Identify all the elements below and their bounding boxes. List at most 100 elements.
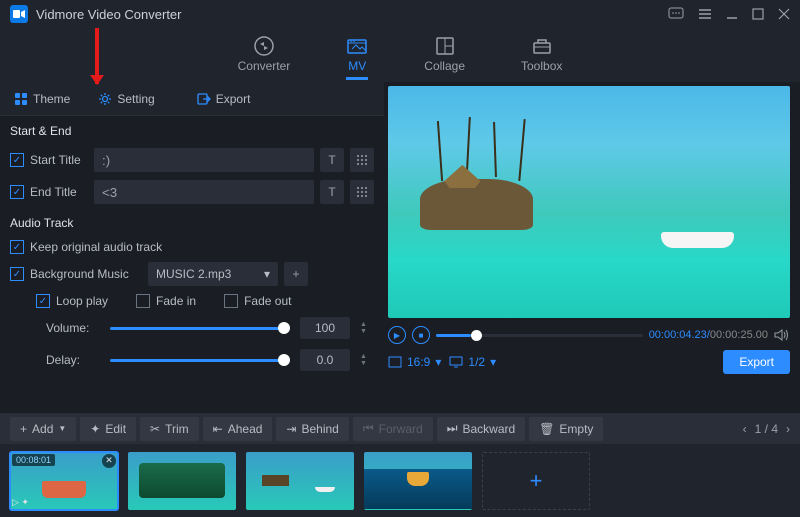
plus-icon: + — [20, 422, 27, 436]
menu-icon[interactable] — [698, 8, 712, 20]
backward-button[interactable]: ⏭Backward — [437, 417, 526, 441]
ratio-bar: 16:9 ▾ 1/2 ▾ Export — [384, 348, 800, 376]
converter-icon — [253, 35, 275, 57]
close-icon[interactable] — [778, 8, 790, 20]
toolbox-icon — [531, 35, 553, 57]
scissors-icon: ✂ — [150, 422, 160, 436]
add-clip-button[interactable]: + — [482, 452, 590, 510]
start-title-input[interactable] — [94, 148, 314, 172]
add-button[interactable]: +Add▼ — [10, 417, 76, 441]
tab-theme[interactable]: Theme — [2, 85, 82, 113]
trim-button[interactable]: ✂Trim — [140, 417, 199, 441]
section-start-end: Start & End — [0, 116, 384, 144]
end-title-label: End Title — [30, 185, 88, 199]
clip-toolbar: +Add▼ ✦Edit ✂Trim ⇤Ahead ⇥Behind ⏮Forwar… — [0, 412, 800, 444]
maximize-icon[interactable] — [752, 8, 764, 20]
time-display: 00:00:04.23/00:00:25.00 — [649, 329, 768, 341]
player-controls: ▶ ■ 00:00:04.23/00:00:25.00 — [384, 322, 800, 348]
volume-value[interactable]: 100 — [300, 317, 350, 339]
edit-button[interactable]: ✦Edit — [80, 417, 136, 441]
checkbox-bg-music[interactable]: ✓ — [10, 267, 24, 281]
skip-forward-icon: ⏭ — [447, 421, 458, 436]
settings-panel: Theme Setting Export Start & End ✓ Start… — [0, 82, 384, 412]
export-button[interactable]: Export — [723, 350, 790, 374]
nav-mv[interactable]: MV — [346, 35, 368, 80]
tab-export[interactable]: Export — [185, 85, 263, 113]
theme-icon — [14, 92, 28, 106]
volume-slider[interactable] — [110, 327, 290, 330]
volume-spinner[interactable]: ▲▼ — [360, 317, 374, 339]
behind-button[interactable]: ⇥Behind — [276, 417, 348, 441]
ahead-button[interactable]: ⇤Ahead — [203, 417, 273, 441]
nav-converter[interactable]: Converter — [238, 35, 291, 80]
pager: ‹ 1 / 4 › — [743, 422, 790, 436]
clip-thumbnail[interactable] — [128, 452, 236, 510]
preview-panel: ▶ ■ 00:00:04.23/00:00:25.00 16:9 ▾ 1/2 ▾… — [384, 82, 800, 412]
aspect-ratio-select[interactable]: 16:9 ▾ — [388, 355, 441, 369]
feedback-icon[interactable] — [668, 7, 684, 21]
screen-scale-select[interactable]: 1/2 ▾ — [449, 355, 496, 369]
trash-icon: 🗑 — [539, 422, 554, 436]
main-nav: Converter MV Collage Toolbox — [0, 28, 800, 82]
page-prev[interactable]: ‹ — [743, 422, 747, 436]
delay-label: Delay: — [46, 353, 100, 367]
delay-value[interactable]: 0.0 — [300, 349, 350, 371]
nav-toolbox[interactable]: Toolbox — [521, 35, 562, 80]
delay-spinner[interactable]: ▲▼ — [360, 349, 374, 371]
position-button[interactable] — [350, 148, 374, 172]
gear-icon — [98, 92, 112, 106]
forward-button[interactable]: ⏮Forward — [353, 417, 433, 441]
timeline[interactable] — [436, 334, 643, 337]
clip-thumbnails: 00:08:01 ✕ ▷ ✦ + — [0, 444, 800, 517]
annotation-arrow — [95, 28, 99, 84]
clip-thumbnail[interactable]: 00:08:01 ✕ ▷ ✦ — [10, 452, 118, 510]
checkbox-start-title[interactable]: ✓ — [10, 153, 24, 167]
remove-clip-icon[interactable]: ✕ — [102, 454, 116, 468]
thumb-play-controls[interactable]: ▷ ✦ — [12, 497, 29, 508]
chevron-down-icon: ▼ — [58, 424, 66, 433]
text-style-button[interactable]: T — [320, 148, 344, 172]
start-title-label: Start Title — [30, 153, 88, 167]
volume-icon[interactable] — [774, 328, 790, 342]
aspect-icon — [388, 356, 402, 368]
video-preview[interactable] — [388, 86, 790, 318]
minimize-icon[interactable] — [726, 8, 738, 20]
checkbox-fade-out[interactable]: ✓ — [224, 294, 238, 308]
end-title-input[interactable] — [94, 180, 314, 204]
arrow-right-bar-icon: ⇥ — [286, 422, 296, 436]
section-audio-track: Audio Track — [0, 208, 384, 236]
app-title: Vidmore Video Converter — [36, 7, 668, 22]
collage-icon — [434, 35, 456, 57]
bg-music-label: Background Music — [30, 267, 142, 281]
annotation-highlight: Theme Setting — [0, 82, 169, 116]
clip-duration: 00:08:01 — [12, 454, 55, 466]
chevron-down-icon: ▾ — [490, 355, 496, 369]
monitor-icon — [449, 356, 463, 368]
empty-button[interactable]: 🗑Empty — [529, 417, 603, 441]
checkbox-keep-original[interactable]: ✓ — [10, 240, 24, 254]
chevron-down-icon: ▾ — [264, 267, 270, 281]
arrow-left-bar-icon: ⇤ — [213, 422, 223, 436]
delay-slider[interactable] — [110, 359, 290, 362]
titlebar: Vidmore Video Converter — [0, 0, 800, 28]
checkbox-loop[interactable]: ✓ — [36, 294, 50, 308]
skip-back-icon: ⏮ — [363, 421, 374, 436]
clip-thumbnail[interactable] — [246, 452, 354, 510]
nav-collage[interactable]: Collage — [424, 35, 465, 80]
checkbox-fade-in[interactable]: ✓ — [136, 294, 150, 308]
app-logo — [10, 5, 28, 23]
wand-icon: ✦ — [90, 422, 100, 436]
text-style-button[interactable]: T — [320, 180, 344, 204]
page-next[interactable]: › — [786, 422, 790, 436]
add-music-button[interactable]: + — [284, 262, 308, 286]
export-icon — [197, 92, 211, 106]
checkbox-end-title[interactable]: ✓ — [10, 185, 24, 199]
keep-original-label: Keep original audio track — [30, 240, 162, 254]
music-select[interactable]: MUSIC 2.mp3 ▾ — [148, 262, 278, 286]
mv-icon — [346, 35, 368, 57]
chevron-down-icon: ▾ — [435, 355, 441, 369]
stop-button[interactable]: ■ — [412, 326, 430, 344]
position-button[interactable] — [350, 180, 374, 204]
play-button[interactable]: ▶ — [388, 326, 406, 344]
clip-thumbnail[interactable] — [364, 452, 472, 510]
